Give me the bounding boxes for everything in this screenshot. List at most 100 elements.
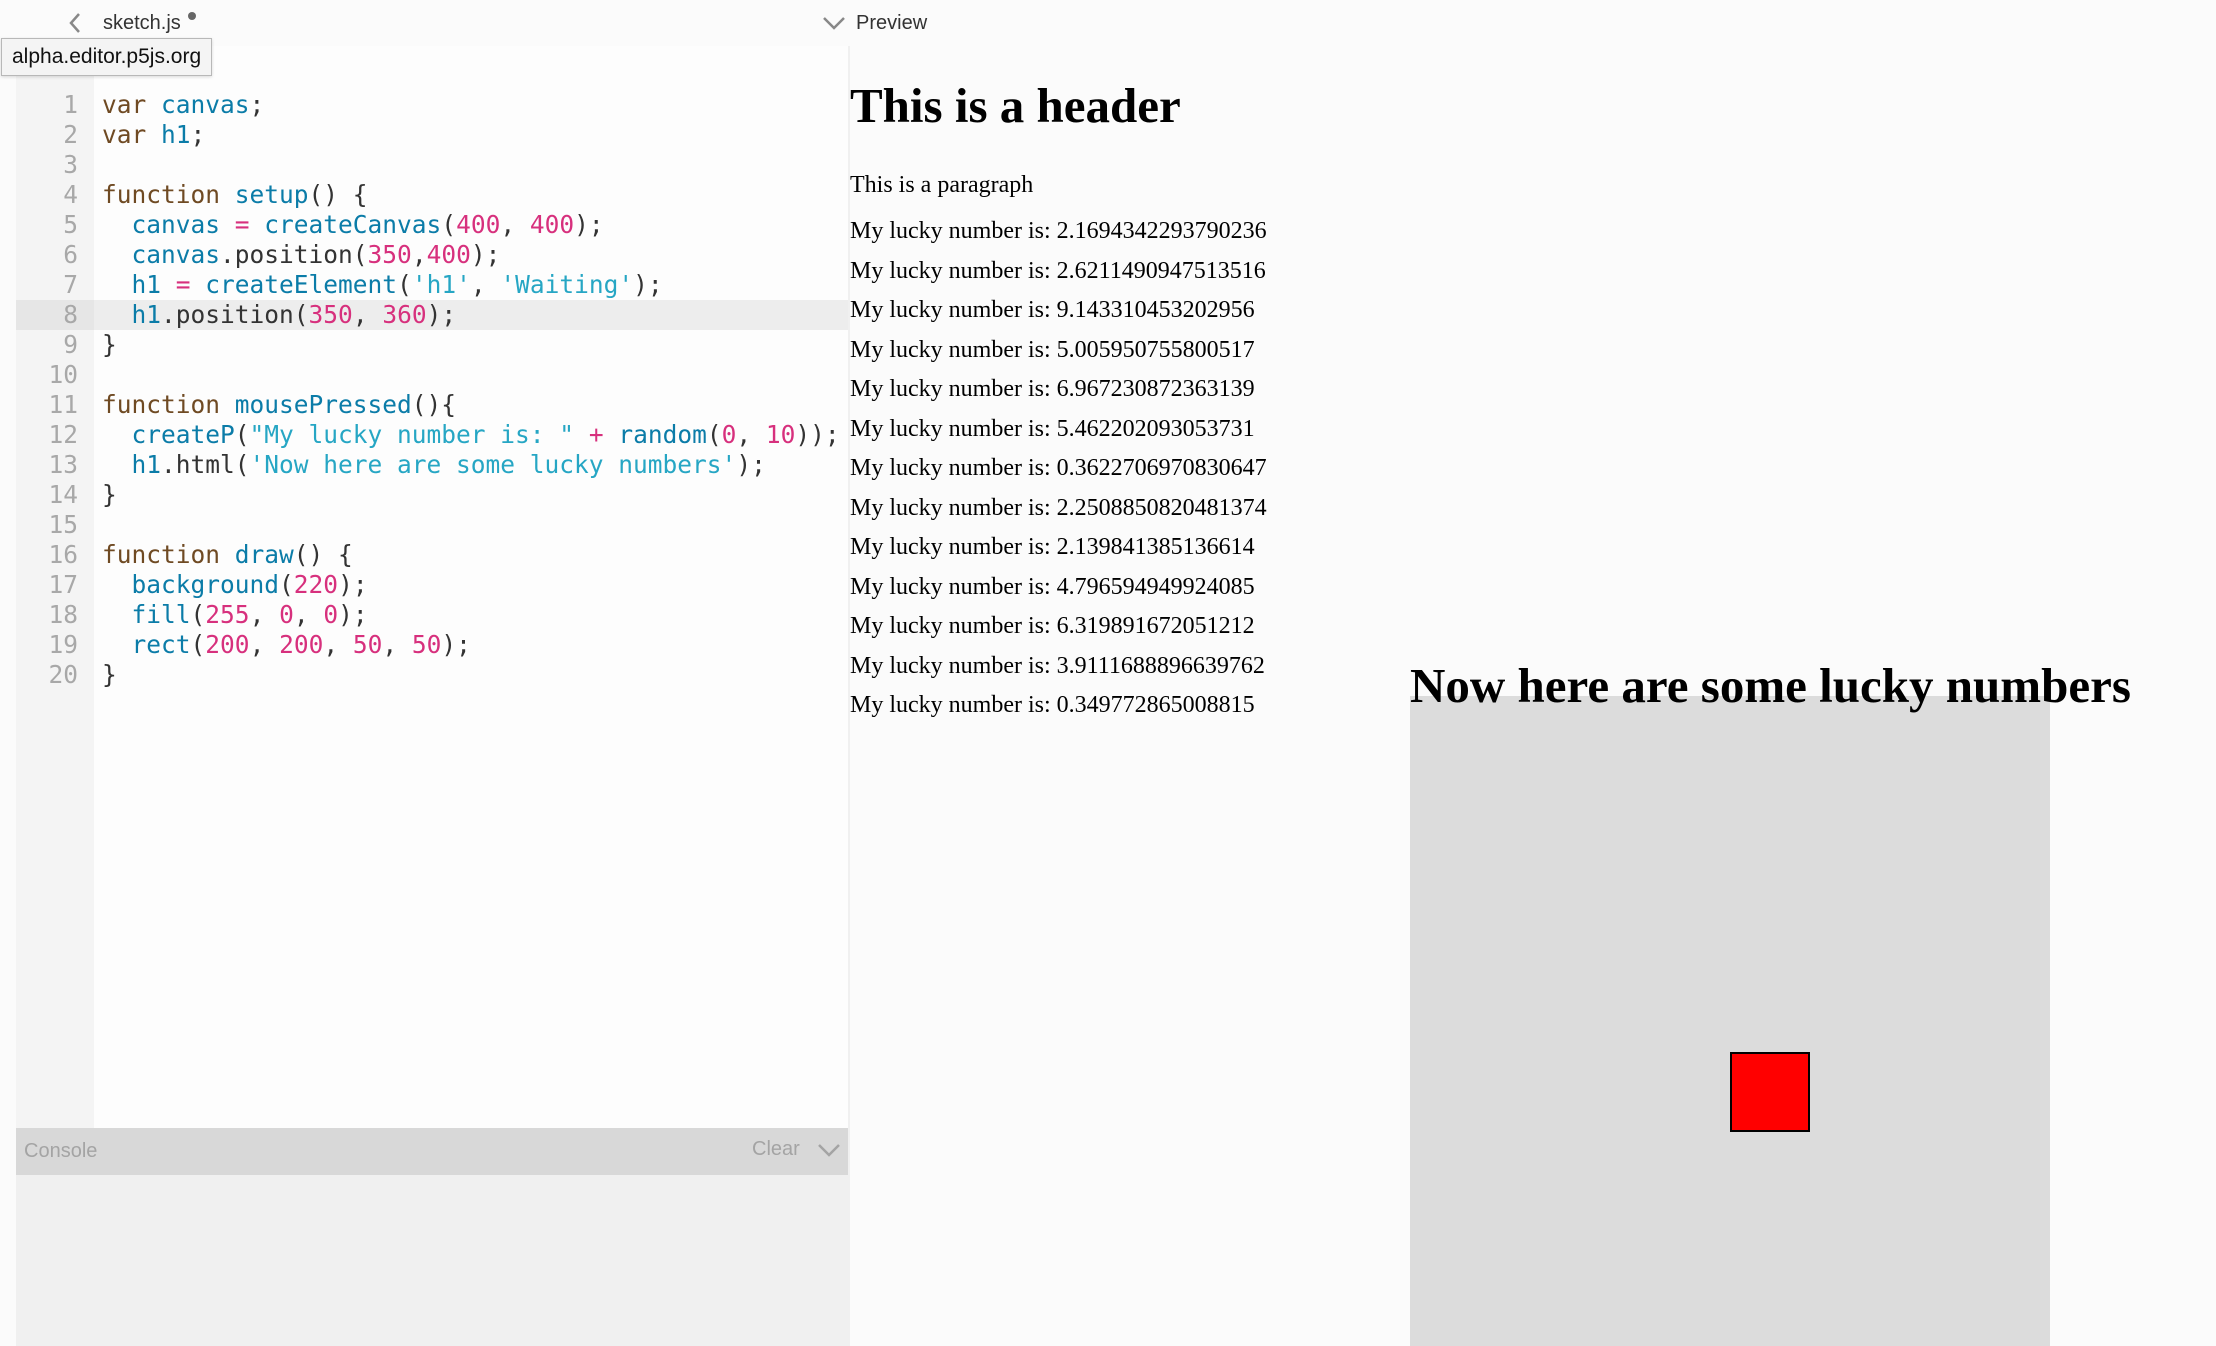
code-token: fill [131,600,191,629]
code-line[interactable]: 18 fill(255, 0, 0); [16,600,848,630]
code-line[interactable]: 8 h1.position(350, 360); [16,300,848,330]
code-token: ( [190,630,206,659]
code-token: ); [426,300,457,329]
code-text[interactable]: var canvas; [102,90,264,120]
sketch-heading: Now here are some lucky numbers [1410,658,2131,713]
code-token: ); [338,570,368,599]
lucky-number-paragraph: My lucky number is: 2.2508850820481374 [850,495,1267,521]
lucky-number-paragraph: My lucky number is: 2.6211490947513516 [850,258,1266,284]
line-number: 2 [63,120,78,149]
code-token: var [102,90,162,119]
code-token: 10 [765,420,796,449]
console-header: Console Clear [16,1128,848,1175]
code-text[interactable]: h1 = createElement('h1', 'Waiting'); [102,270,663,300]
code-text[interactable]: createP("My lucky number is: " + random(… [102,420,840,450]
preview-header-text: This is a header [850,78,1181,133]
code-token: 350 [308,300,353,329]
code-token: ( [190,600,206,629]
code-token: , [249,630,280,659]
line-number: 6 [63,240,78,269]
chevron-left-icon[interactable] [64,10,88,36]
code-token: mousePressed [234,390,412,419]
code-line[interactable]: 16 function draw() { [16,540,848,570]
code-text[interactable]: } [102,660,117,690]
code-line[interactable]: 3 [16,150,848,180]
code-editor[interactable]: 1 var canvas; 2 var h1; 3 4 function setup() {… [16,46,848,1128]
code-line[interactable]: 14} [16,480,848,510]
code-token: 50 [411,630,442,659]
code-token: 360 [382,300,427,329]
code-line[interactable]: 15 [16,510,848,540]
code-line[interactable]: 4 function setup() { [16,180,848,210]
line-number: 15 [48,510,78,539]
code-line[interactable]: 13 h1.html('Now here are some lucky numb… [16,450,848,480]
code-token: (){ [411,390,457,419]
code-text[interactable]: fill(255, 0, 0); [102,600,368,630]
code-line[interactable]: 9} [16,330,848,360]
line-number: 10 [48,360,78,389]
code-text[interactable]: background(220); [102,570,368,600]
code-line[interactable]: 11 function mousePressed(){ [16,390,848,420]
code-token: createCanvas [264,210,442,239]
code-text[interactable]: rect(200, 200, 50, 50); [102,630,471,660]
code-token: , [352,300,383,329]
console-clear-button[interactable]: Clear [752,1138,800,1161]
code-token: , [736,420,766,449]
code-token: canvas [131,240,221,269]
code-line[interactable]: 10 [16,360,848,390]
code-token: h1 [131,270,162,299]
code-text[interactable]: canvas.position(350,400); [102,240,501,270]
code-line[interactable]: 19 rect(200, 200, 50, 50); [16,630,848,660]
code-token: random [618,420,707,449]
code-line[interactable]: 6 canvas.position(350,400); [16,240,848,270]
line-number: 16 [48,540,78,569]
code-token: 'Now here are some lucky numbers' [249,450,737,479]
code-text[interactable]: var h1; [102,120,205,150]
code-token: 200 [279,630,324,659]
code-line[interactable]: 20} [16,660,848,690]
code-token: createP [131,420,235,449]
code-token: .html( [161,450,250,479]
code-text[interactable]: function draw() { [102,540,353,570]
file-name[interactable]: sketch.js [103,10,181,36]
code-token: ( [441,210,457,239]
line-number: 12 [48,420,78,449]
code-token: setup [234,180,309,209]
code-text[interactable]: canvas = createCanvas(400, 400); [102,210,604,240]
preview-frame[interactable]: This is a header This is a paragraph My … [850,46,2216,1346]
code-text[interactable]: } [102,330,117,360]
code-token: () { [308,180,368,209]
line-number: 9 [63,330,78,359]
code-line[interactable]: 7 h1 = createElement('h1', 'Waiting'); [16,270,848,300]
code-line[interactable]: 2 var h1; [16,120,848,150]
sketch-canvas[interactable] [1410,696,2050,1346]
code-text[interactable]: } [102,480,117,510]
code-text[interactable]: h1.position(350, 360); [102,300,457,330]
code-line[interactable]: 12 createP("My lucky number is: " + rand… [16,420,848,450]
code-text[interactable]: function setup() { [102,180,368,210]
code-token: , [293,600,324,629]
code-token: 400 [456,210,501,239]
code-line[interactable]: 17 background(220); [16,570,848,600]
code-token: background [131,570,280,599]
chevron-down-icon[interactable] [816,1140,842,1160]
chevron-down-icon[interactable] [820,12,848,34]
code-token: canvas [131,210,221,239]
code-token: ); [441,630,471,659]
code-token: () { [293,540,353,569]
code-token: ); [470,240,501,269]
code-line[interactable]: 5 canvas = createCanvas(400, 400); [16,210,848,240]
code-token: ( [397,270,412,299]
lucky-number-paragraph: My lucky number is: 6.319891672051212 [850,613,1255,639]
code-text[interactable]: function mousePressed(){ [102,390,456,420]
code-token: , [323,630,353,659]
code-text[interactable]: h1.html('Now here are some lucky numbers… [102,450,766,480]
code-token: ( [706,420,722,449]
code-line[interactable]: 1 var canvas; [16,90,848,120]
line-number: 1 [63,90,78,119]
code-token: 255 [205,600,250,629]
line-number: 13 [48,450,78,479]
